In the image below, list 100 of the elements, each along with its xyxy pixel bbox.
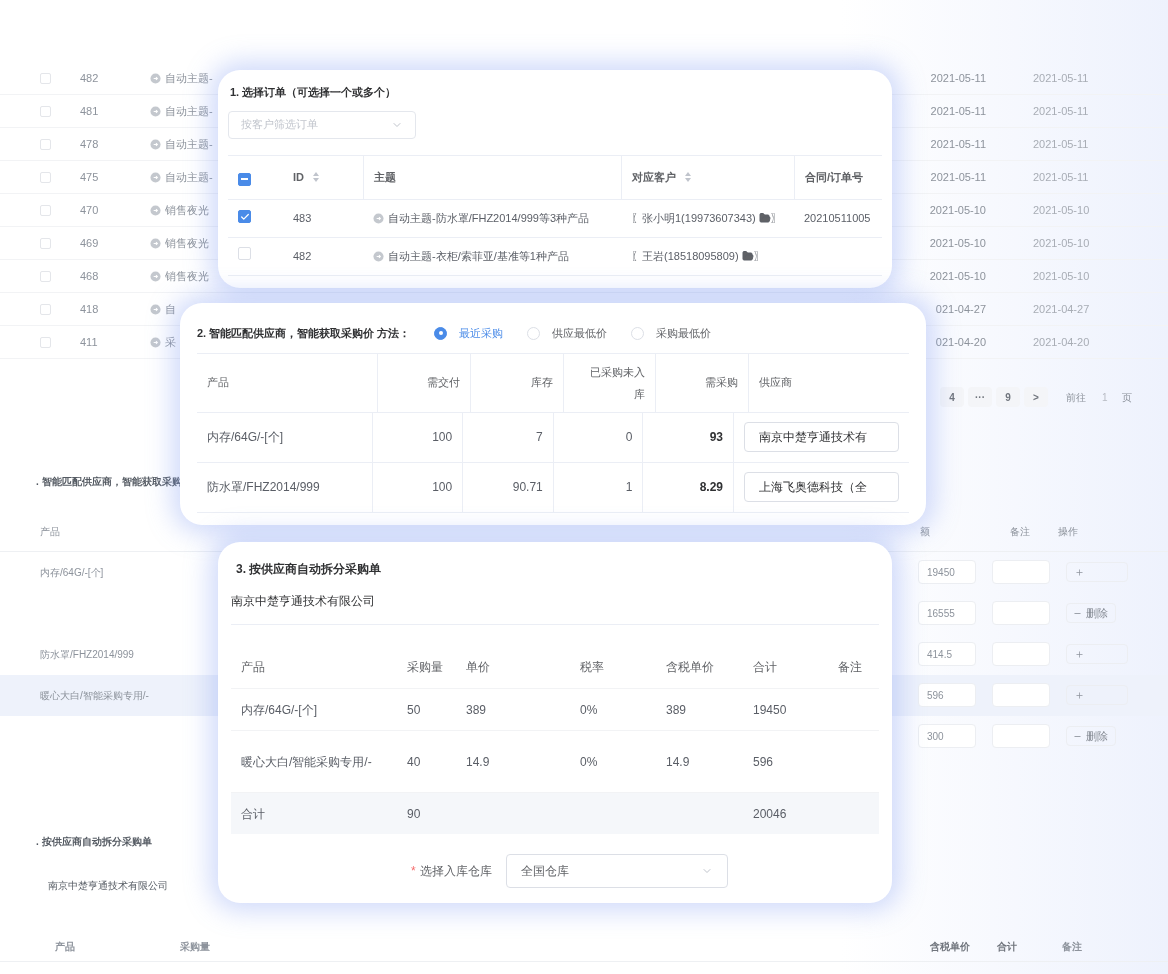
folder-icon[interactable] [758,212,771,224]
order-date: 2021-05-11 [929,103,986,119]
total-label: 合计 [241,806,265,821]
method-radio[interactable]: 供应最低价 [527,325,608,342]
product-name: 内存/64G/-[个] [40,566,104,578]
column-header: 产品 [40,524,61,539]
add-button[interactable] [1066,644,1128,664]
total-sum: 20046 [753,805,787,823]
column-header: 合计 [753,659,777,674]
order-date: 021-04-27 [934,301,986,317]
table-cell: 19450 [753,702,787,717]
order-subject: 销售夜光 [165,268,209,284]
table-cell: 暖心大白/智能采购专用/- [241,754,372,769]
amount-field[interactable]: 19450 [918,560,976,584]
column-header: 产品 [207,375,229,391]
column-header: 需采购 [705,375,738,391]
quantity-cell-text: 1 [625,479,633,496]
order-date: 2021-05-11 [1033,103,1089,119]
order-id: 482 [80,70,100,86]
order-id: 468 [80,268,100,284]
order-subject: 销售夜光 [165,202,209,218]
sort-icon[interactable] [312,171,320,183]
card-title: 3. 按供应商自动拆分采购单 [235,561,383,578]
column-header: 合计 [997,939,1018,954]
column-header[interactable]: 对应客户 [632,168,692,186]
order-id: 470 [80,202,100,218]
plus-icon [1075,649,1084,659]
order-subject: 自 [165,301,176,317]
order-date: 2021-04-27 [1033,301,1090,317]
row-checkbox[interactable] [40,171,51,183]
order-id: 483 [292,210,313,226]
customer-bracket: 〗 [753,248,765,264]
delete-button[interactable]: 删除 [1066,603,1116,623]
column-header: 采购量 [407,659,443,674]
amount-field[interactable]: 414.5 [918,642,976,666]
product-name: 防水罩/FHZ2014/999 [207,479,320,496]
order-date: 2021-05-11 [929,169,986,185]
folder-icon[interactable] [741,250,754,262]
amount-field[interactable]: 596 [918,683,976,707]
add-button[interactable] [1066,562,1128,582]
row-checkbox[interactable] [40,204,51,216]
amount-field[interactable]: 16555 [918,601,976,625]
amount-field[interactable]: 300 [918,724,976,748]
row-checkbox[interactable] [40,105,51,117]
order-date: 2021-04-20 [1033,334,1090,350]
product-name: 内存/64G/-[个] [207,429,283,446]
order-id: 469 [80,235,100,251]
row-checkbox[interactable] [40,336,51,348]
column-header: 已采购未入库 [589,364,645,402]
page-button[interactable]: > [1024,387,1048,407]
row-checkbox[interactable] [40,237,51,249]
method-radio[interactable]: 采购最低价 [631,325,712,342]
column-header: 备注 [1062,939,1082,954]
order-date: 2021-05-11 [929,136,986,152]
customer-name: 〖王岩(18518095809) [631,248,739,264]
order-date: 021-04-20 [934,334,986,350]
warehouse-label: 选择入库仓库 [419,863,492,880]
table-cell: 14.9 [666,754,690,769]
table-cell: 0% [580,702,598,717]
order-date: 2021-05-11 [1033,70,1089,86]
row-checkbox[interactable] [40,303,51,315]
circle-icon [150,72,161,84]
order-id: 475 [80,169,100,185]
page-button[interactable]: ··· [968,387,992,407]
order-subject: 自动主题- [165,136,213,152]
page-button[interactable]: 4 [940,387,964,407]
column-header: 产品 [55,939,76,954]
sort-icon[interactable] [684,171,692,183]
supplier-field[interactable]: 南京中楚亨通技术有 [744,422,899,452]
supplier-field[interactable]: 上海飞奥德科技（全 [744,472,899,502]
method-radio[interactable]: 最近采购 [434,325,504,342]
row-checkbox[interactable] [40,270,51,282]
column-header: 操作 [1058,524,1078,539]
order-id: 411 [80,334,99,350]
column-header: 税率 [580,659,604,674]
table-cell: 14.9 [466,754,490,769]
circle-icon [373,212,384,224]
card-title: 1. 选择订单（可选择一个或多个） [229,85,398,100]
row-checkbox[interactable] [40,138,51,150]
total-quantity: 90 [407,806,421,821]
column-header[interactable]: ID [293,168,320,186]
table-cell: 389 [466,702,487,717]
circle-icon [150,303,161,315]
circle-icon [150,336,161,348]
checkbox[interactable] [238,172,251,186]
column-header: 需交付 [427,375,460,391]
order-date: 2021-05-10 [1033,202,1090,218]
table-cell: 50 [407,702,421,717]
order-date: 2021-05-10 [1033,268,1090,284]
circle-icon [150,270,161,282]
circle-icon [150,171,161,183]
add-button[interactable] [1066,685,1128,705]
checkbox[interactable] [238,210,251,224]
page-button[interactable]: 9 [996,387,1020,407]
warehouse-select[interactable]: 全国仓库 [505,854,728,888]
row-checkbox[interactable] [40,72,51,84]
order-id: 478 [80,136,100,152]
table-cell: 389 [666,702,687,717]
order-date: 2021-05-11 [1033,136,1089,152]
delete-button[interactable]: 删除 [1066,726,1116,746]
